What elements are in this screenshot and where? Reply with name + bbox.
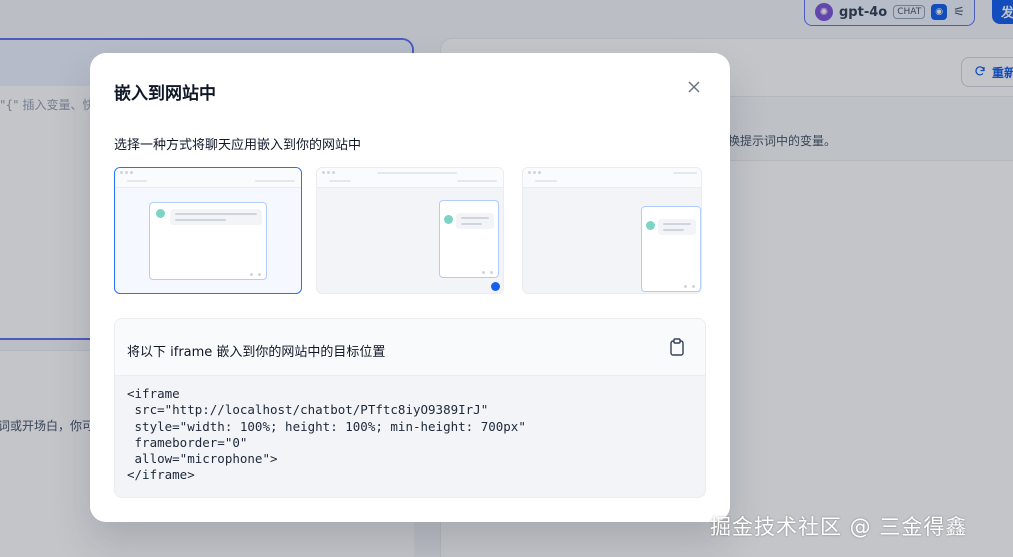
chat-bubble-button (491, 282, 500, 291)
close-button[interactable] (684, 77, 704, 97)
modal-subtitle: 选择一种方式将聊天应用嵌入到你的网站中 (114, 138, 362, 153)
code-line: style="width: 100%; height: 100%; min-he… (127, 418, 526, 434)
code-line: frameborder="0" (127, 434, 248, 450)
embed-option-extension[interactable] (522, 167, 702, 294)
close-icon (688, 78, 700, 97)
modal-title: 嵌入到网站中 (114, 84, 216, 104)
iframe-code[interactable]: <iframe src="http://localhost/chatbot/PT… (127, 386, 526, 484)
code-card-header: 将以下 iframe 嵌入到你的网站中的目标位置 (115, 319, 705, 376)
option-preview-window (439, 200, 499, 278)
copy-button[interactable] (669, 338, 687, 358)
embed-option-fullpage[interactable] (114, 167, 302, 294)
watermark: 掘金技术社区 @ 三金得鑫 (710, 515, 968, 539)
code-line: <iframe (127, 386, 180, 401)
code-card-label: 将以下 iframe 嵌入到你的网站中的目标位置 (127, 345, 386, 360)
option-preview-window (641, 206, 701, 292)
embed-modal: 嵌入到网站中 选择一种方式将聊天应用嵌入到你的网站中 将以下 iframe 嵌入… (90, 53, 730, 522)
copy-icon (669, 338, 685, 360)
code-line: </iframe> (127, 467, 195, 483)
option-browser-bar (523, 168, 701, 188)
iframe-code-card: 将以下 iframe 嵌入到你的网站中的目标位置 <iframe src="ht… (114, 318, 706, 498)
code-line: allow="microphone"> (127, 451, 278, 467)
option-browser-bar (115, 168, 301, 188)
option-browser-bar (317, 168, 503, 188)
option-preview-window (149, 202, 267, 280)
code-line: src="http://localhost/chatbot/PTftc8iyO9… (127, 402, 489, 418)
embed-option-bubble[interactable] (316, 167, 504, 294)
